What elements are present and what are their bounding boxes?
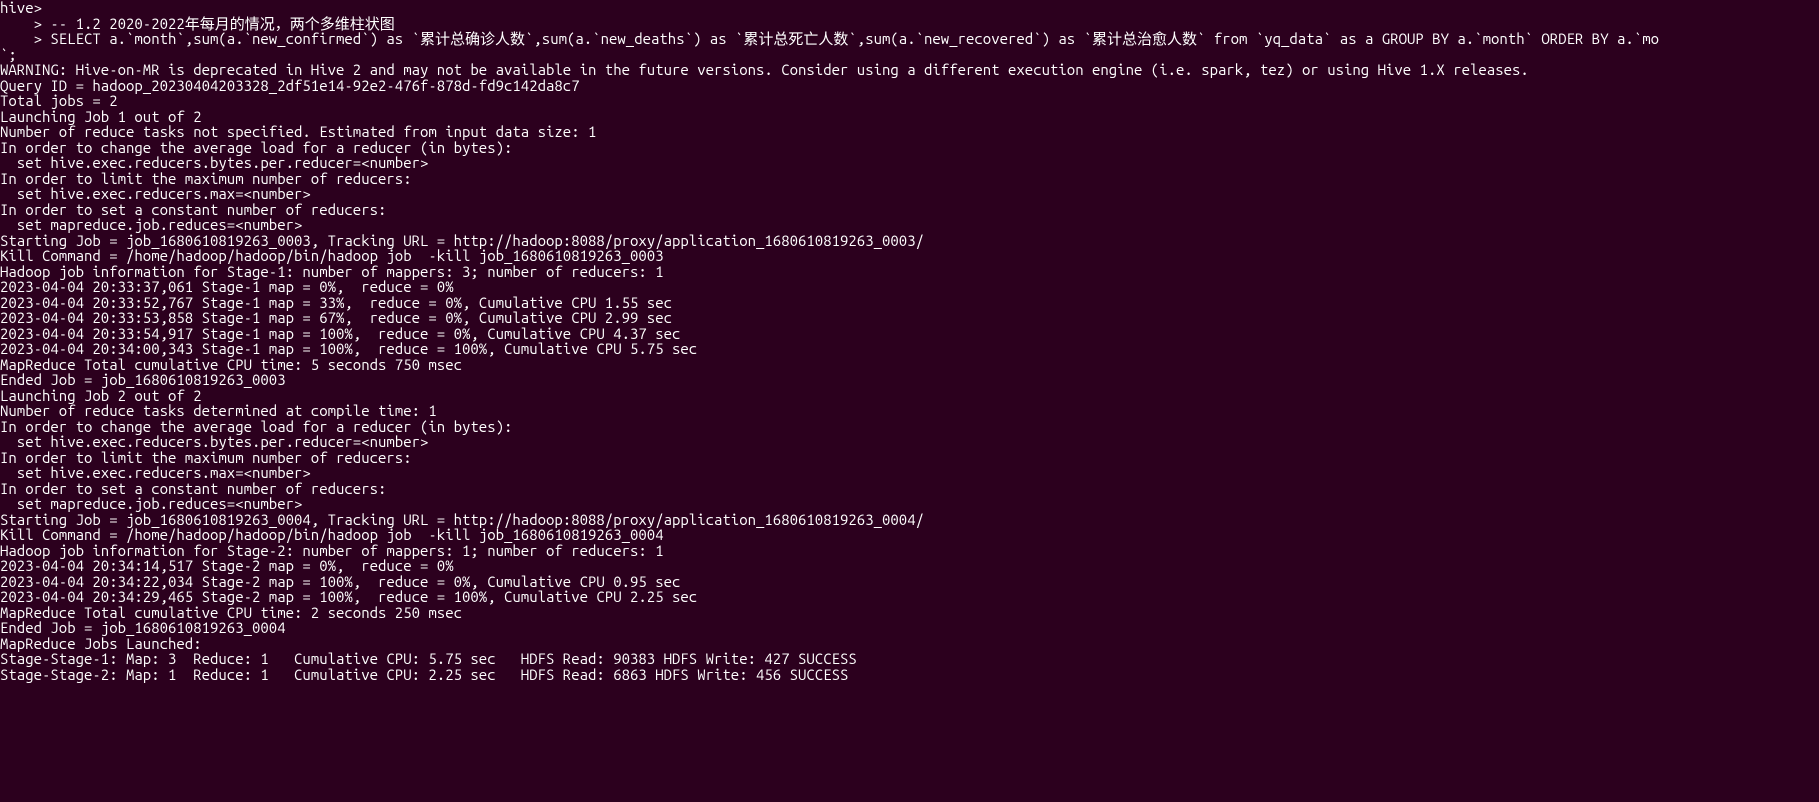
terminal-line: In order to set a constant number of red… (0, 481, 1819, 497)
terminal-line: 2023-04-04 20:33:54,917 Stage-1 map = 10… (0, 326, 1819, 342)
terminal-line: 2023-04-04 20:34:29,465 Stage-2 map = 10… (0, 589, 1819, 605)
terminal-line: 2023-04-04 20:34:14,517 Stage-2 map = 0%… (0, 558, 1819, 574)
terminal-line: 2023-04-04 20:34:22,034 Stage-2 map = 10… (0, 574, 1819, 590)
terminal-line: Kill Command = /home/hadoop/hadoop/bin/h… (0, 527, 1819, 543)
terminal-line: 2023-04-04 20:33:52,767 Stage-1 map = 33… (0, 295, 1819, 311)
terminal-line: Starting Job = job_1680610819263_0004, T… (0, 512, 1819, 528)
terminal-line: set mapreduce.job.reduces=<number> (0, 217, 1819, 233)
terminal-line: MapReduce Total cumulative CPU time: 2 s… (0, 605, 1819, 621)
terminal-line: set hive.exec.reducers.bytes.per.reducer… (0, 434, 1819, 450)
terminal-line: Number of reduce tasks determined at com… (0, 403, 1819, 419)
terminal-line: set mapreduce.job.reduces=<number> (0, 496, 1819, 512)
terminal-line: In order to limit the maximum number of … (0, 171, 1819, 187)
terminal-line: In order to change the average load for … (0, 419, 1819, 435)
terminal-line: Launching Job 2 out of 2 (0, 388, 1819, 404)
terminal-line: Total jobs = 2 (0, 93, 1819, 109)
terminal-line: MapReduce Jobs Launched: (0, 636, 1819, 652)
terminal-line: Stage-Stage-2: Map: 1 Reduce: 1 Cumulati… (0, 667, 1819, 683)
terminal-line: Hadoop job information for Stage-2: numb… (0, 543, 1819, 559)
terminal-line: Stage-Stage-1: Map: 3 Reduce: 1 Cumulati… (0, 651, 1819, 667)
terminal-line: > SELECT a.`month`,sum(a.`new_confirmed`… (0, 31, 1819, 47)
terminal-line: Number of reduce tasks not specified. Es… (0, 124, 1819, 140)
terminal-line: WARNING: Hive-on-MR is deprecated in Hiv… (0, 62, 1819, 78)
terminal-line: Ended Job = job_1680610819263_0003 (0, 372, 1819, 388)
terminal-line: set hive.exec.reducers.max=<number> (0, 465, 1819, 481)
terminal-line: Starting Job = job_1680610819263_0003, T… (0, 233, 1819, 249)
terminal-line: In order to set a constant number of red… (0, 202, 1819, 218)
terminal-line: set hive.exec.reducers.max=<number> (0, 186, 1819, 202)
terminal-line: In order to limit the maximum number of … (0, 450, 1819, 466)
terminal-line: Hadoop job information for Stage-1: numb… (0, 264, 1819, 280)
terminal-line: hive> (0, 0, 1819, 16)
terminal-line: > -- 1.2 2020-2022年每月的情况，两个多维柱状图 (0, 16, 1819, 32)
terminal-line: Launching Job 1 out of 2 (0, 109, 1819, 125)
terminal-line: `; (0, 47, 1819, 63)
terminal-line: set hive.exec.reducers.bytes.per.reducer… (0, 155, 1819, 171)
terminal-line: 2023-04-04 20:33:37,061 Stage-1 map = 0%… (0, 279, 1819, 295)
terminal-line: 2023-04-04 20:34:00,343 Stage-1 map = 10… (0, 341, 1819, 357)
terminal-line: Kill Command = /home/hadoop/hadoop/bin/h… (0, 248, 1819, 264)
terminal-line: MapReduce Total cumulative CPU time: 5 s… (0, 357, 1819, 373)
terminal-line: 2023-04-04 20:33:53,858 Stage-1 map = 67… (0, 310, 1819, 326)
terminal-output[interactable]: hive> > -- 1.2 2020-2022年每月的情况，两个多维柱状图 >… (0, 0, 1819, 682)
terminal-line: Ended Job = job_1680610819263_0004 (0, 620, 1819, 636)
terminal-line: In order to change the average load for … (0, 140, 1819, 156)
terminal-line: Query ID = hadoop_20230404203328_2df51e1… (0, 78, 1819, 94)
